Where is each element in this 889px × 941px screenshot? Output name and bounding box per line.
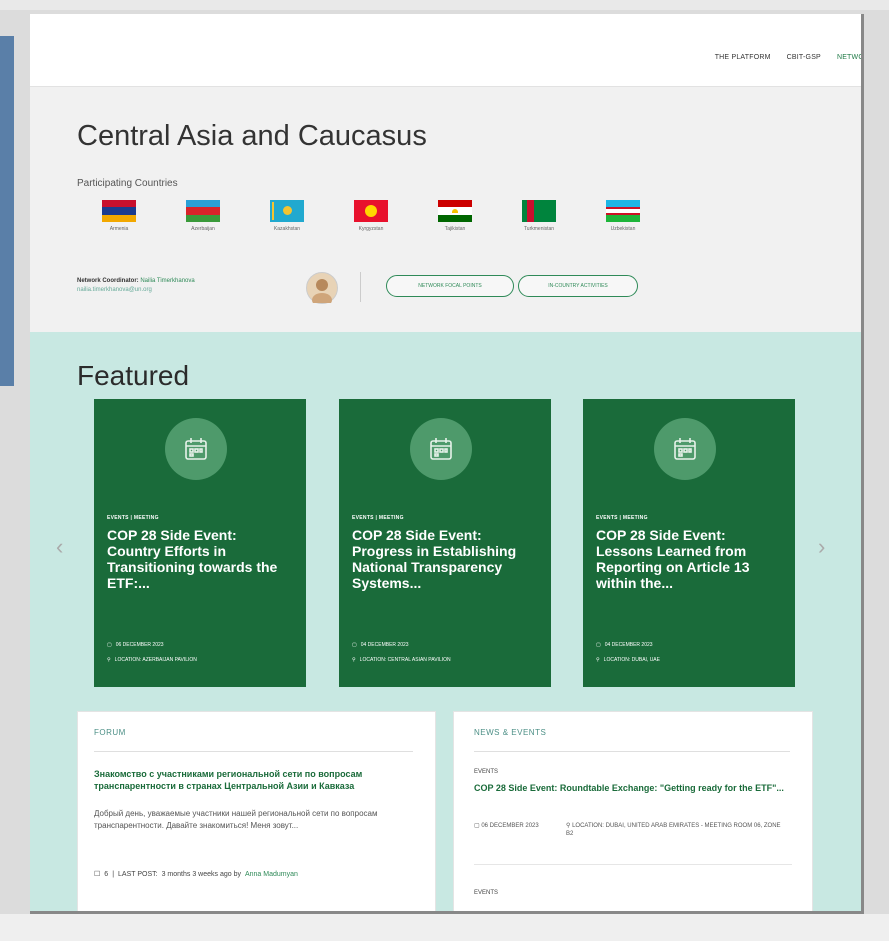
- coordinator-name[interactable]: Nailia Timerkhanova: [140, 278, 194, 284]
- background-bottom: [0, 914, 889, 941]
- divider: [360, 272, 361, 302]
- network-focal-points-button[interactable]: NETWORK FOCAL POINTS: [386, 275, 514, 297]
- forum-post-meta: ☐ 6 | LAST POST: 3 months 3 weeks ago by…: [94, 870, 298, 879]
- country-name: Turkmenistan: [523, 226, 555, 232]
- avatar: [306, 272, 338, 307]
- calendar-icon: [410, 418, 472, 480]
- divider: [474, 751, 790, 752]
- divider: [474, 864, 792, 865]
- comment-icon: ☐: [94, 871, 101, 878]
- main-nav: THE PLATFORM CBIT-GSP NETWO: [715, 54, 861, 61]
- network-coordinator: Network Coordinator: Nailia Timerkhanova…: [77, 278, 195, 293]
- nav-item-network[interactable]: NETWO: [837, 54, 861, 61]
- news-heading: NEWS & EVENTS: [474, 728, 547, 737]
- news-item-location-text: LOCATION: DUBAI, UNITED ARAB EMIRATES - …: [566, 823, 781, 837]
- card-category: EVENTS | MEETING: [352, 515, 404, 521]
- country-name: Uzbekistan: [610, 226, 636, 232]
- country-kyrgyzstan[interactable]: Kyrgyzstan: [329, 200, 413, 232]
- background-desktop-edge: [0, 36, 14, 386]
- uzbekistan-flag-icon: [606, 200, 640, 222]
- last-post-time: 3 months 3 weeks ago by: [161, 870, 241, 878]
- card-date: ▢ 04 DECEMBER 2023: [596, 642, 653, 648]
- tajikistan-flag-icon: [438, 200, 472, 222]
- forum-heading: FORUM: [94, 728, 126, 737]
- country-name: Kyrgyzstan: [358, 226, 384, 232]
- card-title[interactable]: COP 28 Side Event: Country Efforts in Tr…: [107, 527, 292, 591]
- location-pin-icon: ⚲: [107, 657, 111, 663]
- country-tajikistan[interactable]: Tajikistan: [413, 200, 497, 232]
- card-location-text: LOCATION: DUBAI, UAE: [603, 657, 660, 663]
- news-item-tag: EVENTS: [474, 890, 499, 896]
- nav-item-platform[interactable]: THE PLATFORM: [715, 54, 771, 61]
- card-title[interactable]: COP 28 Side Event: Lessons Learned from …: [596, 527, 781, 591]
- page-title: Central Asia and Caucasus: [77, 120, 427, 152]
- kazakhstan-flag-icon: [270, 200, 304, 222]
- last-post-label: LAST POST:: [118, 870, 158, 878]
- featured-card[interactable]: EVENTS | MEETING COP 28 Side Event: Coun…: [94, 399, 306, 687]
- nav-item-cbit-gsp[interactable]: CBIT-GSP: [787, 54, 821, 61]
- card-location: ⚲ LOCATION: DUBAI, UAE: [596, 657, 660, 663]
- card-location-text: LOCATION: AZERBAIJAN PAVILION: [114, 657, 197, 663]
- calendar-small-icon: ▢: [596, 642, 601, 648]
- forum-post-title[interactable]: Знакомство с участниками региональной се…: [94, 768, 394, 792]
- card-category: EVENTS | MEETING: [596, 515, 648, 521]
- card-date-text: 06 DECEMBER 2023: [115, 642, 164, 648]
- card-date: ▢ 06 DECEMBER 2023: [107, 642, 164, 648]
- in-country-activities-button[interactable]: IN-COUNTRY ACTIVITIES: [518, 275, 638, 297]
- calendar-icon: [165, 418, 227, 480]
- card-title[interactable]: COP 28 Side Event: Progress in Establish…: [352, 527, 537, 591]
- azerbaijan-flag-icon: [186, 200, 220, 222]
- card-location: ⚲ LOCATION: AZERBAIJAN PAVILION: [107, 657, 197, 663]
- featured-card[interactable]: EVENTS | MEETING COP 28 Side Event: Less…: [583, 399, 795, 687]
- forum-post-excerpt: Добрый день, уважаемые участники нашей р…: [94, 809, 378, 830]
- coordinator-label: Network Coordinator:: [77, 278, 139, 284]
- kyrgyzstan-flag-icon: [354, 200, 388, 222]
- participating-countries-label: Participating Countries: [77, 178, 178, 189]
- reply-count: 6: [104, 870, 109, 878]
- forum-panel: FORUM Знакомство с участниками региональ…: [77, 711, 436, 911]
- news-item-date: ▢ 06 DECEMBER 2023: [474, 822, 564, 830]
- country-name: Azerbaijan: [191, 226, 215, 232]
- news-item-title[interactable]: COP 28 Side Event: Roundtable Exchange: …: [474, 782, 794, 794]
- featured-title: Featured: [77, 360, 190, 391]
- calendar-small-icon: ▢: [352, 642, 357, 648]
- last-post-author[interactable]: Anna Madumyan: [245, 871, 298, 878]
- country-name: Kazakhstan: [273, 226, 301, 232]
- turkmenistan-flag-icon: [522, 200, 556, 222]
- card-date-text: 04 DECEMBER 2023: [604, 642, 653, 648]
- card-category: EVENTS | MEETING: [107, 515, 159, 521]
- card-date-text: 04 DECEMBER 2023: [360, 642, 409, 648]
- country-name: Tajikistan: [444, 226, 466, 232]
- news-item-location: ⚲ LOCATION: DUBAI, UNITED ARAB EMIRATES …: [566, 822, 786, 838]
- coordinator-email[interactable]: nailia.timerkhanova@un.org: [77, 287, 195, 293]
- top-header: THE PLATFORM CBIT-GSP NETWO: [30, 14, 861, 87]
- country-flags: Armenia Azerbaijan Kazakhstan Kyrgyzstan: [77, 200, 665, 232]
- location-pin-icon: ⚲: [352, 657, 356, 663]
- carousel-prev-arrow-icon[interactable]: ‹: [56, 534, 63, 560]
- divider: [94, 751, 413, 752]
- calendar-small-icon: ▢: [107, 642, 112, 648]
- news-item-tag: EVENTS: [474, 769, 499, 775]
- featured-card[interactable]: EVENTS | MEETING COP 28 Side Event: Prog…: [339, 399, 551, 687]
- country-azerbaijan[interactable]: Azerbaijan: [161, 200, 245, 232]
- country-turkmenistan[interactable]: Turkmenistan: [497, 200, 581, 232]
- card-location: ⚲ LOCATION: CENTRAL ASIAN PAVILION: [352, 657, 451, 663]
- browser-page: THE PLATFORM CBIT-GSP NETWO Central Asia…: [30, 14, 864, 914]
- card-date: ▢ 04 DECEMBER 2023: [352, 642, 409, 648]
- news-events-panel: NEWS & EVENTS EVENTS COP 28 Side Event: …: [453, 711, 813, 911]
- background-top: [0, 0, 889, 10]
- country-armenia[interactable]: Armenia: [77, 200, 161, 232]
- meta-separator: |: [112, 870, 115, 878]
- carousel-next-arrow-icon[interactable]: ›: [818, 534, 825, 560]
- calendar-icon: [654, 418, 716, 480]
- country-name: Armenia: [109, 226, 129, 232]
- news-item-date-text: 06 DECEMBER 2023: [481, 823, 539, 829]
- armenia-flag-icon: [102, 200, 136, 222]
- card-location-text: LOCATION: CENTRAL ASIAN PAVILION: [359, 657, 451, 663]
- country-kazakhstan[interactable]: Kazakhstan: [245, 200, 329, 232]
- location-pin-icon: ⚲: [596, 657, 600, 663]
- country-uzbekistan[interactable]: Uzbekistan: [581, 200, 665, 232]
